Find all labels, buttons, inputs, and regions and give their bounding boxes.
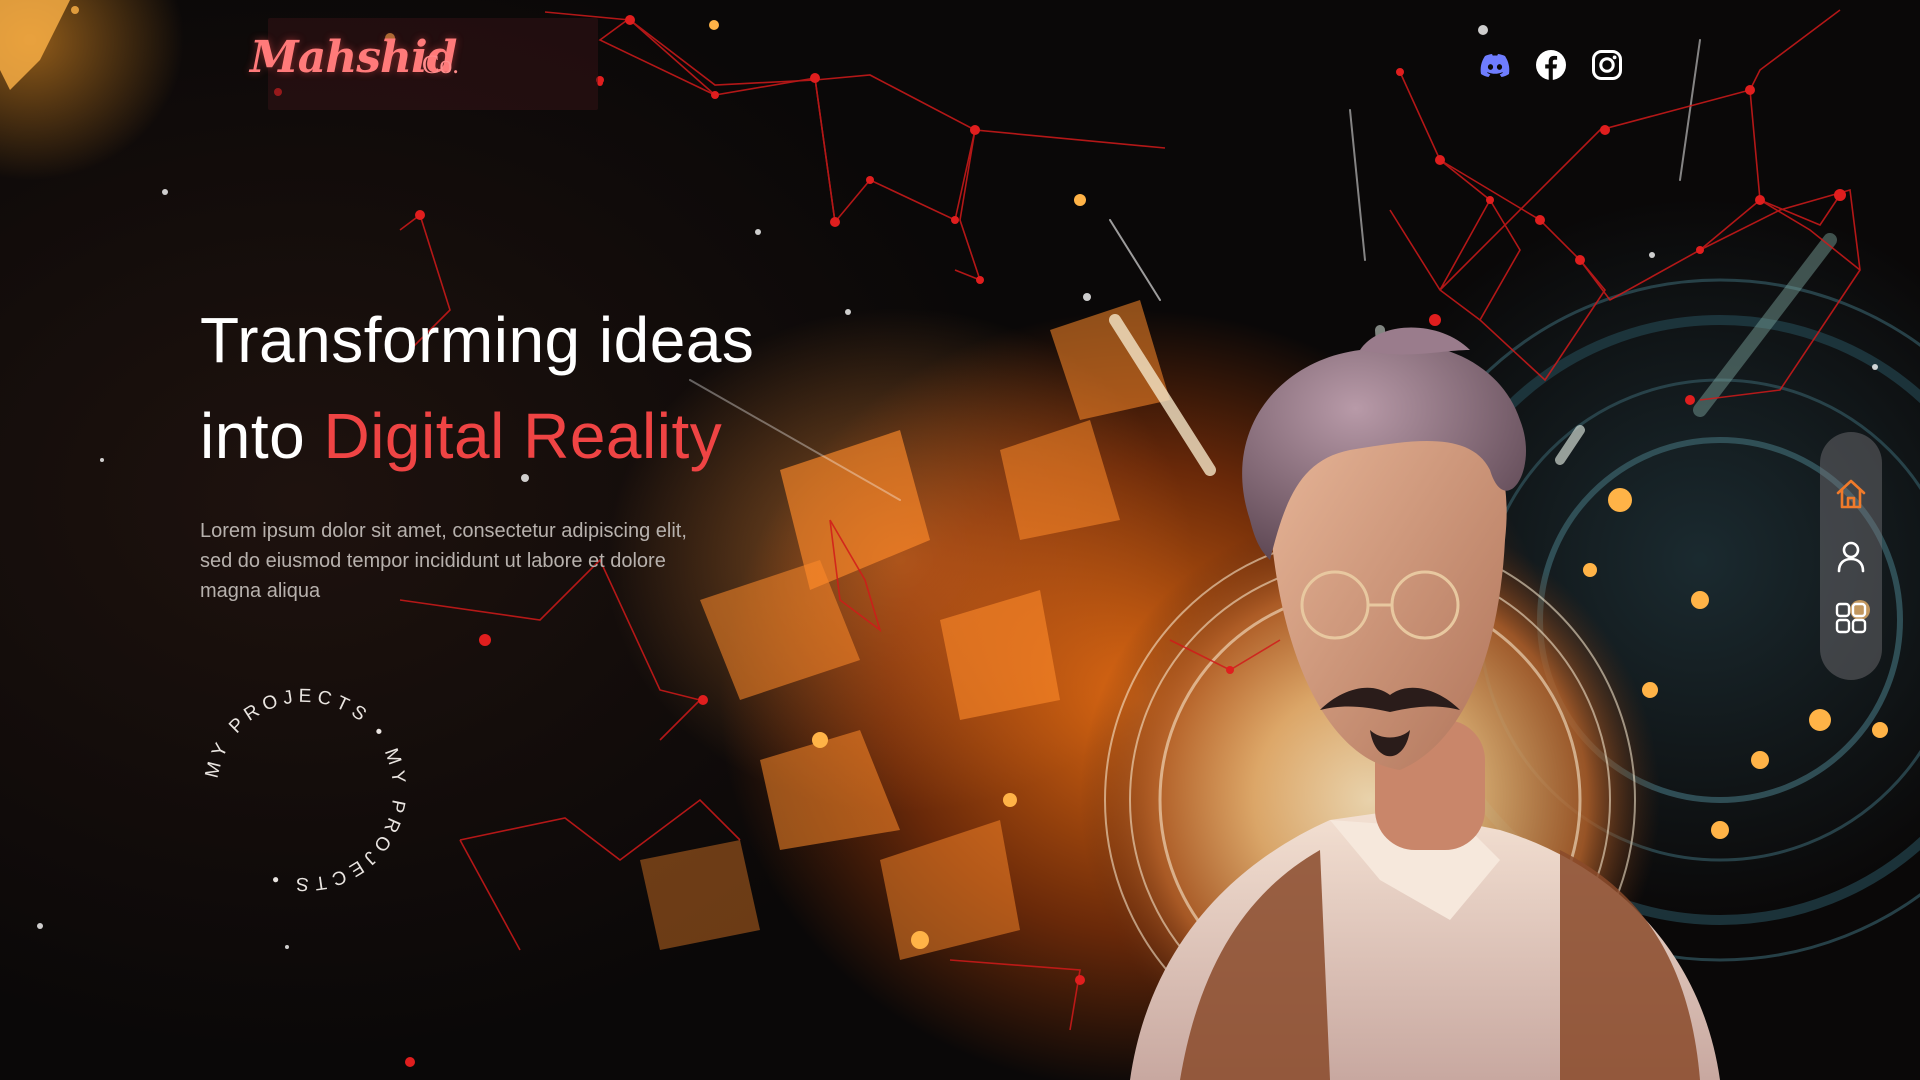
nav-home[interactable] bbox=[1831, 474, 1871, 514]
circular-text: MY PROJECTS • MY PROJECTS • bbox=[202, 686, 410, 895]
nav-projects[interactable] bbox=[1831, 598, 1871, 638]
user-icon bbox=[1837, 541, 1865, 573]
nav-profile[interactable] bbox=[1831, 536, 1871, 576]
hero-headline: Transforming ideas into Digital Reality bbox=[200, 292, 754, 484]
brand-logo[interactable]: Mahshid Co. bbox=[246, 18, 598, 110]
social-links bbox=[1478, 48, 1624, 82]
headline-accent: Digital Reality bbox=[323, 400, 723, 472]
headline-line-2-prefix: into bbox=[200, 400, 324, 472]
badge-text-path: MY PROJECTS • MY PROJECTS • bbox=[202, 686, 405, 895]
ember-flare bbox=[0, 0, 79, 90]
badge-text: MY PROJECTS • MY PROJECTS • bbox=[202, 686, 410, 895]
discord-icon bbox=[1480, 54, 1510, 77]
grid-icon bbox=[1835, 602, 1867, 634]
side-nav bbox=[1820, 432, 1882, 680]
discord-link[interactable] bbox=[1478, 48, 1512, 82]
instagram-link[interactable] bbox=[1590, 48, 1624, 82]
instagram-icon bbox=[1592, 50, 1622, 80]
hero-description: Lorem ipsum dolor sit amet, consectetur … bbox=[200, 520, 687, 602]
facebook-icon bbox=[1536, 50, 1566, 80]
home-icon bbox=[1836, 479, 1866, 509]
facebook-link[interactable] bbox=[1534, 48, 1568, 82]
landing-page: Mahshid Co. Transforming ideas into Digi… bbox=[0, 0, 1920, 1080]
headline-line-1: Transforming ideas bbox=[200, 304, 755, 376]
my-projects-badge[interactable]: MY PROJECTS • MY PROJECTS • bbox=[190, 675, 420, 905]
brand-suffix: Co. bbox=[422, 50, 459, 79]
